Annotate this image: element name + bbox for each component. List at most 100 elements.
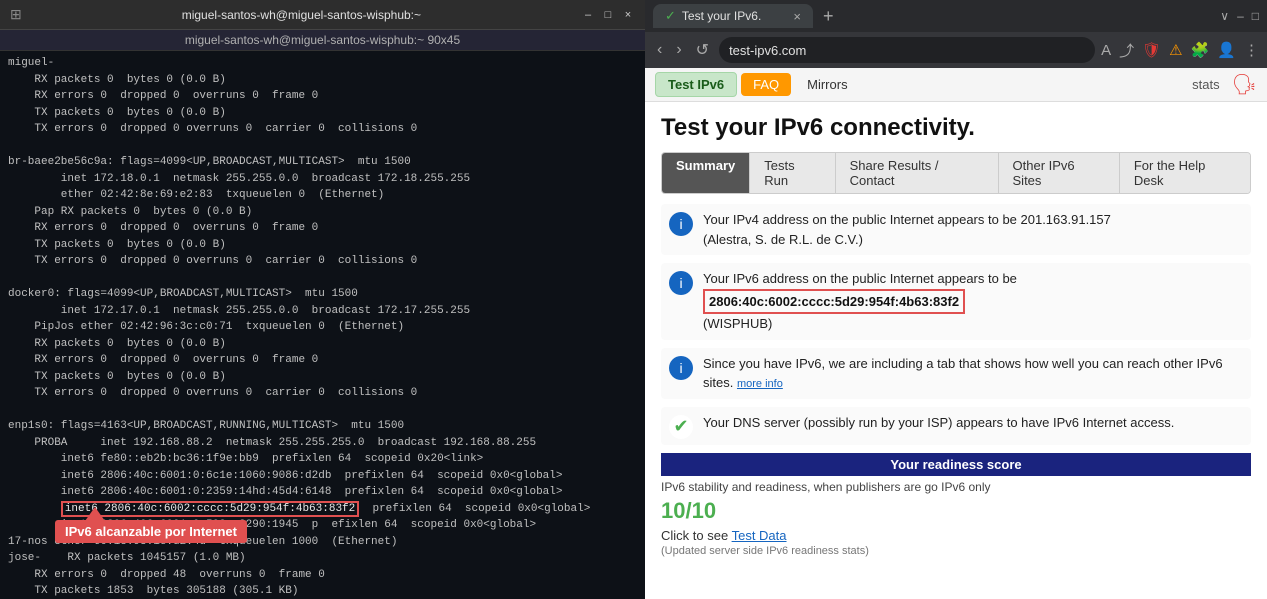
terminal-line: PROBA inet 192.168.88.2 netmask 255.255.…	[8, 435, 637, 452]
site-nav-tab-faq[interactable]: FAQ	[741, 73, 791, 96]
terminal-line: inet6 fe80::eb2b:bc36:1f9e:bb9 prefixlen…	[8, 451, 637, 468]
dns-result-text: Your DNS server (possibly run by your IS…	[703, 413, 1174, 433]
ipv4-result-text: Your IPv4 address on the public Internet…	[703, 210, 1111, 249]
readiness-score: 10/10	[661, 498, 1251, 524]
translate-icon[interactable]: 🗣	[1232, 72, 1257, 97]
new-tab-button[interactable]: +	[819, 6, 838, 27]
terminal-line: TX packets 0 bytes 0 (0.0 B)	[8, 105, 637, 122]
profile-icon[interactable]: 👤	[1217, 41, 1236, 59]
ipv6-info-text: Since you have IPv6, we are including a …	[703, 354, 1243, 393]
terminal-line: RX packets 0 bytes 0 (0.0 B)	[8, 72, 637, 89]
browser-minimize-button[interactable]: –	[1237, 9, 1244, 23]
tab-tests-run[interactable]: Tests Run	[750, 153, 835, 193]
terminal-line: TX packets 0 bytes 0 (0.0 B)	[8, 237, 637, 254]
terminal-line: TX errors 0 dropped 0 overruns 0 carrier…	[8, 253, 637, 270]
terminal-line: RX errors 0 dropped 48 overruns 0 frame …	[8, 567, 637, 584]
terminal-line	[8, 138, 637, 155]
settings-icon[interactable]: ⋮	[1244, 41, 1259, 59]
tab-other-ipv6-sites[interactable]: Other IPv6 Sites	[999, 153, 1120, 193]
terminal-line	[8, 402, 637, 419]
browser-panel: ✓ Test your IPv6. × + ∨ – □ ‹ › ↺ test-i…	[645, 0, 1267, 599]
ipv6-address-display: 2806:40c:6002:cccc:5d29:954f:4b63:83f2	[703, 289, 965, 315]
terminal-line: Pap RX packets 0 bytes 0 (0.0 B)	[8, 204, 637, 221]
tab-summary[interactable]: Summary	[662, 153, 750, 193]
terminal-line: inet 172.18.0.1 netmask 255.255.0.0 broa…	[8, 171, 637, 188]
terminal-line: TX packets 1853 bytes 305188 (305.1 KB)	[8, 583, 637, 599]
terminal-line: PipJos ether 02:42:96:3c:c0:71 txqueuele…	[8, 319, 637, 336]
site-content: Test your IPv6 connectivity. Summary Tes…	[645, 102, 1267, 599]
terminal-line: inet6 2806:40c:6001:0:6c1e:1060:9086:d2d…	[8, 468, 637, 485]
browser-titlebar: ✓ Test your IPv6. × + ∨ – □	[645, 0, 1267, 32]
translate-icon[interactable]: A	[1101, 42, 1111, 59]
content-tabs: Summary Tests Run Share Results / Contac…	[661, 152, 1251, 194]
site-nav-tab-test-ipv6[interactable]: Test IPv6	[655, 72, 737, 97]
test-data-link: Click to see Test Data	[661, 528, 1251, 543]
annotation-arrow-up	[85, 507, 105, 521]
result-row-ipv6-info: i Since you have IPv6, we are including …	[661, 348, 1251, 399]
terminal-title: miguel-santos-wh@miguel-santos-wisphub:~	[22, 8, 581, 22]
site-nav: Test IPv6 FAQ Mirrors stats 🗣	[645, 68, 1267, 102]
result-row-dns: ✔ Your DNS server (possibly run by your …	[661, 407, 1251, 445]
terminal-line: RX packets 0 bytes 0 (0.0 B)	[8, 336, 637, 353]
result-row-ipv6: i Your IPv6 address on the public Intern…	[661, 263, 1251, 340]
info-icon-3: i	[669, 356, 693, 380]
terminal-line: RX errors 0 dropped 0 overruns 0 frame 0	[8, 88, 637, 105]
terminal-line: enp1s0: flags=4163<UP,BROADCAST,RUNNING,…	[8, 418, 637, 435]
back-button[interactable]: ‹	[653, 39, 666, 61]
tab-help-desk[interactable]: For the Help Desk	[1120, 153, 1250, 193]
terminal-titlebar: ⊞ miguel-santos-wh@miguel-santos-wisphub…	[0, 0, 645, 30]
terminal-line: TX errors 0 dropped 0 overruns 0 carrier…	[8, 121, 637, 138]
browser-content: Test IPv6 FAQ Mirrors stats 🗣 Test your …	[645, 68, 1267, 599]
terminal-line: TX packets 0 bytes 0 (0.0 B)	[8, 369, 637, 386]
result-row-ipv4: i Your IPv4 address on the public Intern…	[661, 204, 1251, 255]
tab-close-button[interactable]: ×	[793, 9, 801, 24]
browser-toolbar: ‹ › ↺ test-ipv6.com A ⤴ 🛡 ⚠ 🧩 👤 ⋮	[645, 32, 1267, 68]
terminal-line: docker0: flags=4099<UP,BROADCAST,MULTICA…	[8, 286, 637, 303]
share-icon[interactable]: ⤴	[1119, 40, 1134, 61]
terminal-line: inet 172.17.0.1 netmask 255.255.0.0 broa…	[8, 303, 637, 320]
terminal-line: miguel-	[8, 55, 637, 72]
stats-link[interactable]: stats	[1184, 73, 1227, 96]
ipv6-result-text: Your IPv6 address on the public Internet…	[703, 269, 1017, 334]
tab-favicon-icon: ✓	[665, 8, 676, 24]
terminal-line: ether 02:42:8e:69:e2:83 txqueuelen 0 (Et…	[8, 187, 637, 204]
terminal-line: TX errors 0 dropped 0 overruns 0 carrier…	[8, 385, 637, 402]
test-data-anchor[interactable]: Test Data	[732, 528, 787, 543]
terminal-body: miguel- RX packets 0 bytes 0 (0.0 B) RX …	[0, 51, 645, 599]
terminal-line: jose- RX packets 1045157 (1.0 MB)	[8, 550, 637, 567]
updated-text: (Updated server side IPv6 readiness stat…	[661, 545, 1251, 557]
terminal-controls: – □ ×	[581, 8, 635, 22]
site-nav-tab-mirrors[interactable]: Mirrors	[795, 73, 859, 96]
terminal-grid-icon: ⊞	[10, 6, 22, 23]
check-icon: ✔	[669, 415, 693, 439]
warning-icon[interactable]: ⚠	[1169, 41, 1182, 59]
shield-icon[interactable]: 🛡	[1142, 41, 1161, 59]
info-icon: i	[669, 212, 693, 236]
tab-share-results[interactable]: Share Results / Contact	[836, 153, 999, 193]
browser-tab[interactable]: ✓ Test your IPv6. ×	[653, 4, 813, 28]
tab-title: Test your IPv6.	[682, 9, 761, 23]
terminal-subtitle: miguel-santos-wh@miguel-santos-wisphub:~…	[0, 30, 645, 51]
close-button[interactable]: ×	[621, 8, 635, 22]
annotation-label: IPv6 alcanzable por Internet	[55, 520, 247, 543]
address-text: test-ipv6.com	[729, 43, 1085, 58]
annotation-container: IPv6 alcanzable por Internet	[55, 507, 247, 543]
browser-chevron-down-icon[interactable]: ∨	[1220, 9, 1229, 23]
forward-button[interactable]: ›	[672, 39, 685, 61]
toolbar-icons: A ⤴ 🛡 ⚠ 🧩 👤 ⋮	[1101, 40, 1259, 61]
readiness-subtext: IPv6 stability and readiness, when publi…	[661, 480, 1251, 494]
terminal-line	[8, 270, 637, 287]
extensions-icon[interactable]: 🧩	[1191, 41, 1210, 59]
maximize-button[interactable]: □	[601, 8, 615, 22]
address-bar[interactable]: test-ipv6.com	[719, 37, 1095, 63]
terminal-line: RX errors 0 dropped 0 overruns 0 frame 0	[8, 352, 637, 369]
terminal-panel: ⊞ miguel-santos-wh@miguel-santos-wisphub…	[0, 0, 645, 599]
browser-maximize-button[interactable]: □	[1252, 9, 1259, 23]
more-info-link[interactable]: more info	[737, 378, 783, 390]
reload-button[interactable]: ↺	[692, 38, 713, 62]
terminal-line: RX errors 0 dropped 0 overruns 0 frame 0	[8, 220, 637, 237]
terminal-line: inet6 2806:40c:6001:0:2359:14hd:45d4:614…	[8, 484, 637, 501]
info-icon-2: i	[669, 271, 693, 295]
page-title: Test your IPv6 connectivity.	[661, 114, 1251, 142]
minimize-button[interactable]: –	[581, 8, 595, 22]
